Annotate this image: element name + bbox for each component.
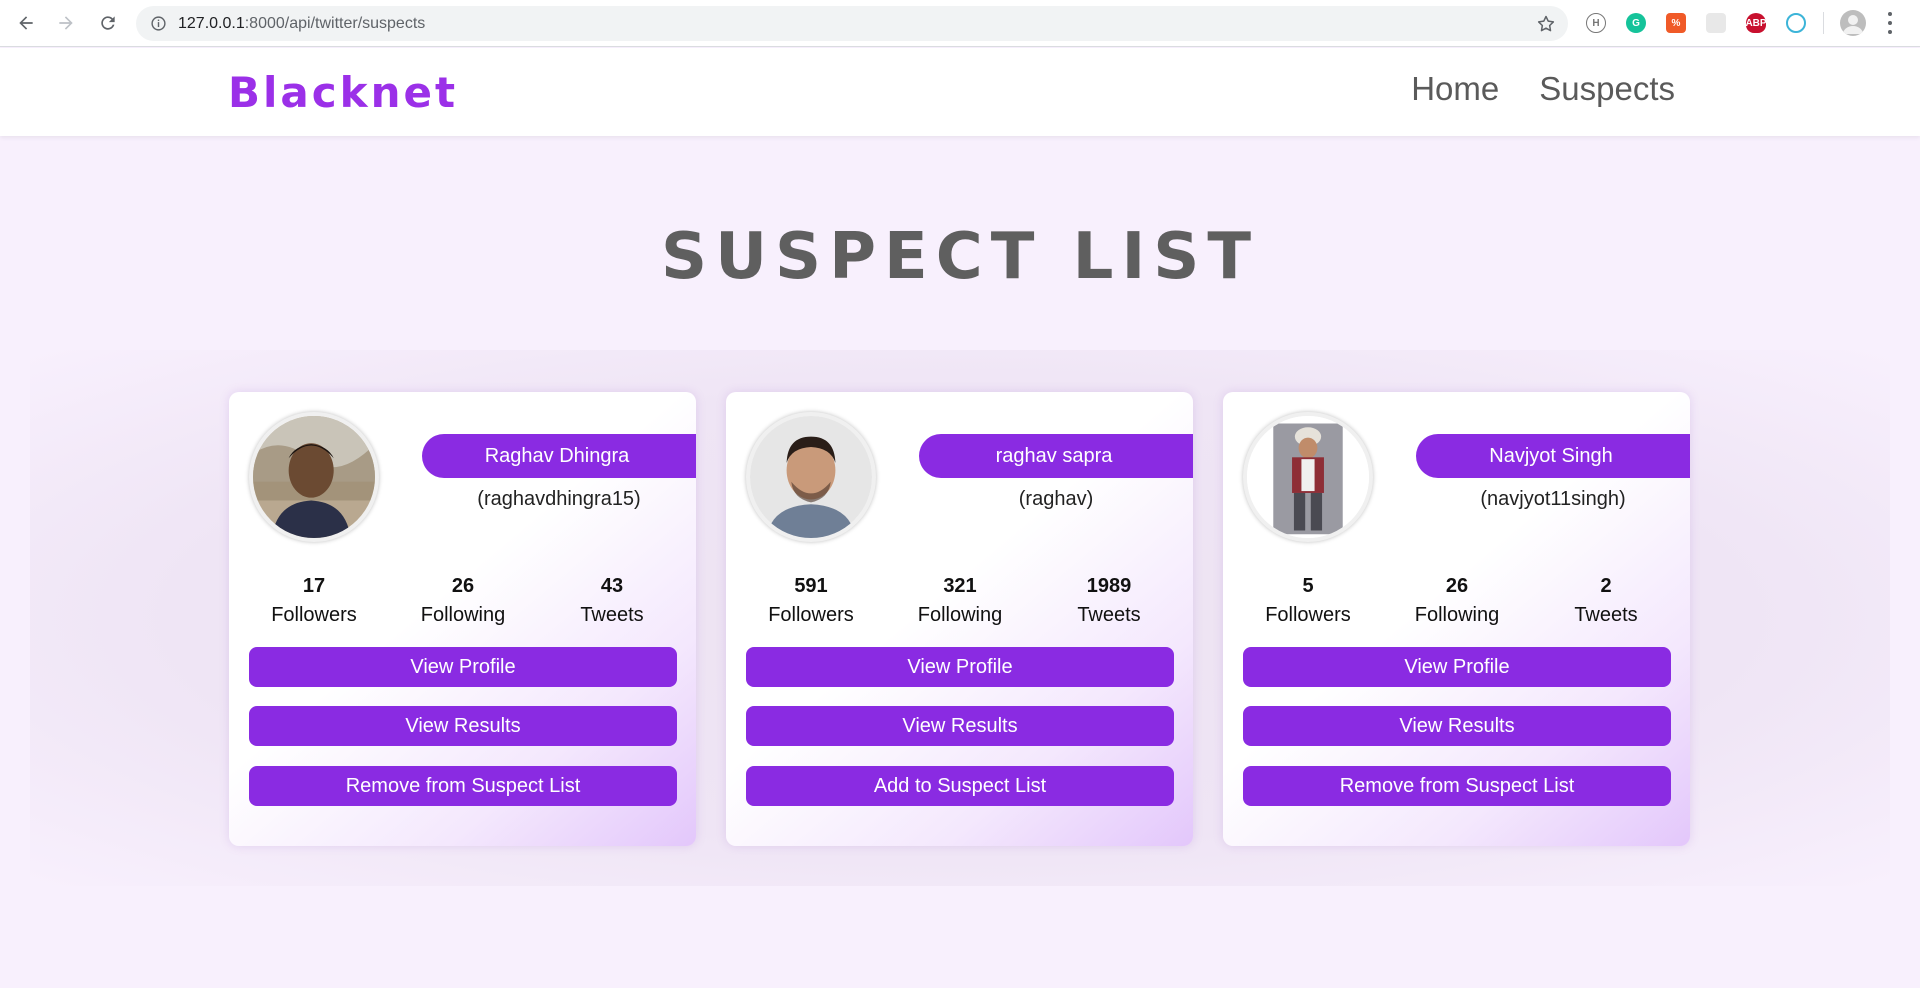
view-results-button[interactable]: View Results xyxy=(249,706,677,746)
add-suspect-button[interactable]: Add to Suspect List xyxy=(746,766,1174,806)
followers-count: 17 xyxy=(302,575,326,597)
suspect-stats: 5 Followers 26 Following 2 Tweets xyxy=(1243,575,1671,627)
reload-icon[interactable] xyxy=(96,11,120,35)
extension-h-icon[interactable]: H xyxy=(1586,13,1606,33)
suspect-name: Navjyot Singh xyxy=(1416,434,1690,478)
extension-percent-icon[interactable]: % xyxy=(1666,13,1686,33)
following-count: 26 xyxy=(451,575,475,597)
followers-stat: 5 Followers xyxy=(1243,575,1373,627)
suspect-stats: 591 Followers 321 Following 1989 Tweets xyxy=(746,575,1174,627)
view-profile-button[interactable]: View Profile xyxy=(746,647,1174,687)
url-text: 127.0.0.1:8000/api/twitter/suspects xyxy=(178,14,426,32)
browser-toolbar: 127.0.0.1:8000/api/twitter/suspects H G … xyxy=(0,0,1920,47)
suspect-stats: 17 Followers 26 Following 43 Tweets xyxy=(249,575,677,627)
suspect-avatar xyxy=(746,412,876,542)
tweets-label: Tweets xyxy=(1077,604,1141,626)
brand-logo[interactable]: Blacknet xyxy=(228,68,458,117)
suspect-card: raghav sapra (raghav) 591 Followers 321 … xyxy=(726,392,1193,846)
tweets-stat: 1989 Tweets xyxy=(1044,575,1174,627)
suspect-avatar xyxy=(1243,412,1373,542)
followers-stat: 17 Followers xyxy=(249,575,379,627)
suspect-handle: (raghav) xyxy=(1018,488,1094,510)
suspect-card: Navjyot Singh (navjyot11singh) 5 Followe… xyxy=(1223,392,1690,846)
following-count: 321 xyxy=(943,575,977,597)
tweets-count: 1989 xyxy=(1086,575,1132,597)
following-stat: 321 Following xyxy=(895,575,1025,627)
tweets-count: 2 xyxy=(1600,575,1612,597)
suspect-handle: (navjyot11singh) xyxy=(1480,488,1626,510)
view-profile-button[interactable]: View Profile xyxy=(249,647,677,687)
adblock-icon[interactable]: ABP xyxy=(1745,13,1767,33)
suspect-name: Raghav Dhingra xyxy=(422,434,696,478)
view-results-button[interactable]: View Results xyxy=(1243,706,1671,746)
remove-suspect-button[interactable]: Remove from Suspect List xyxy=(249,766,677,806)
tweets-count: 43 xyxy=(600,575,624,597)
following-label: Following xyxy=(420,604,506,626)
followers-count: 591 xyxy=(794,575,828,597)
following-count: 26 xyxy=(1445,575,1469,597)
view-results-button[interactable]: View Results xyxy=(746,706,1174,746)
site-header: Blacknet Home Suspects xyxy=(0,48,1920,136)
tweets-label: Tweets xyxy=(1574,604,1638,626)
info-icon[interactable] xyxy=(149,15,167,33)
view-profile-button[interactable]: View Profile xyxy=(1243,647,1671,687)
browser-menu-icon[interactable] xyxy=(1886,12,1894,34)
following-label: Following xyxy=(1414,604,1500,626)
top-nav: Home Suspects xyxy=(1411,70,1675,108)
suspect-avatar xyxy=(249,412,379,542)
following-stat: 26 Following xyxy=(398,575,528,627)
followers-label: Followers xyxy=(1265,604,1351,626)
following-stat: 26 Following xyxy=(1392,575,1522,627)
tweets-stat: 2 Tweets xyxy=(1541,575,1671,627)
following-label: Following xyxy=(917,604,1003,626)
followers-label: Followers xyxy=(768,604,854,626)
toolbar-divider xyxy=(1823,12,1824,34)
followers-stat: 591 Followers xyxy=(746,575,876,627)
followers-count: 5 xyxy=(1302,575,1314,597)
nav-suspects[interactable]: Suspects xyxy=(1539,70,1675,108)
star-icon[interactable] xyxy=(1536,14,1556,34)
grammarly-icon[interactable]: G xyxy=(1626,13,1646,33)
forward-icon[interactable] xyxy=(54,11,78,35)
page-title: SUSPECT LIST xyxy=(660,220,1260,294)
profile-avatar-icon[interactable] xyxy=(1840,10,1866,36)
tweets-stat: 43 Tweets xyxy=(547,575,677,627)
extension-grid-icon[interactable] xyxy=(1706,13,1726,33)
nav-home[interactable]: Home xyxy=(1411,70,1499,108)
back-icon[interactable] xyxy=(14,11,38,35)
remove-suspect-button[interactable]: Remove from Suspect List xyxy=(1243,766,1671,806)
suspect-card: Raghav Dhingra (raghavdhingra15) 17 Foll… xyxy=(229,392,696,846)
address-bar[interactable]: 127.0.0.1:8000/api/twitter/suspects xyxy=(136,6,1568,41)
followers-label: Followers xyxy=(271,604,357,626)
suspect-name: raghav sapra xyxy=(919,434,1193,478)
suspect-handle: (raghavdhingra15) xyxy=(477,488,641,510)
tweets-label: Tweets xyxy=(580,604,644,626)
react-devtools-icon[interactable] xyxy=(1786,13,1806,33)
